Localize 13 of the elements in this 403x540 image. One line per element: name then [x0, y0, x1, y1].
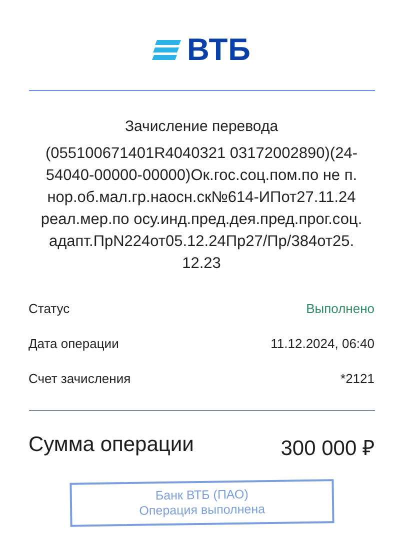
logo-stripes-icon: [152, 40, 182, 60]
transfer-title: Зачисление перевода: [124, 118, 278, 135]
bank-stamp: Банк ВТБ (ПАО) Операция выполнена: [69, 479, 334, 527]
bank-logo: ВТБ: [187, 32, 251, 68]
detail-value: Выполнено: [306, 300, 374, 318]
detail-label: Счет зачисления: [28, 370, 131, 388]
detail-label: Дата операции: [28, 335, 119, 353]
detail-value: 11.12.2024, 06:40: [270, 335, 374, 353]
detail-value: *2121: [340, 370, 374, 388]
detail-label: Статус: [28, 300, 70, 318]
total-amount: 300 000 ₽: [280, 436, 374, 461]
total-label: Сумма операции: [28, 433, 194, 458]
transfer-description: (055100671401R4040321 03172002890)(24- 54040-00000-00000)Ок.гос.соц.пом.по не п. нор.об.мал.гр.наосн.ск№614-ИПот27.11.24 реал.мер.по осу.инд.пред.дея.пред.прог.соц. адапт.ПрN224от05.12.24Пр27/Пр/384от25. 12.23: [40, 144, 362, 274]
